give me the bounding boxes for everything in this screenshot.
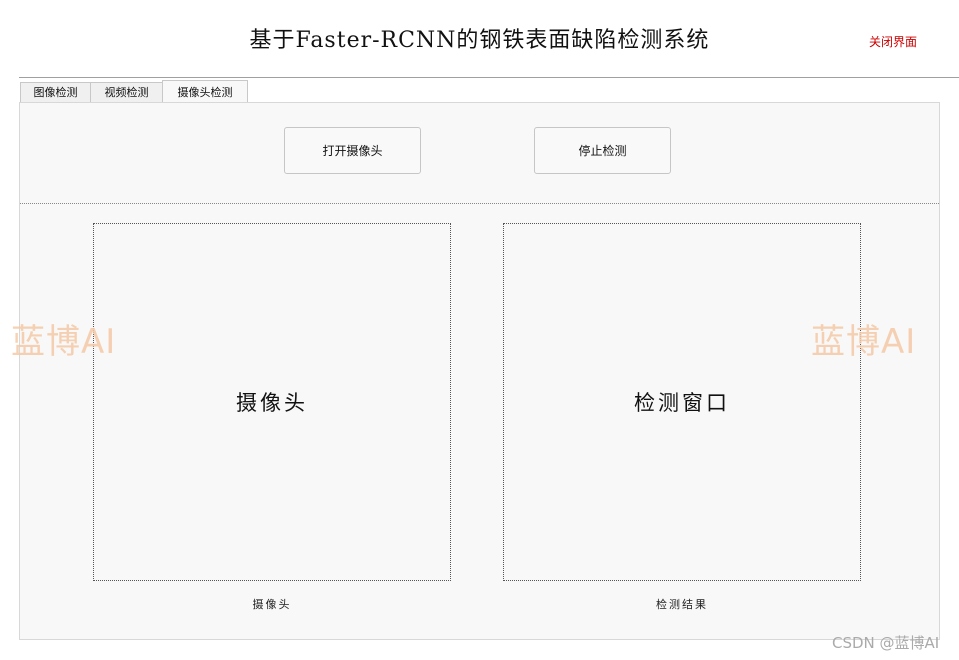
camera-view: 摄像头 [93,223,451,581]
toolbar-divider [20,203,939,204]
stop-detection-button[interactable]: 停止检测 [534,127,671,174]
detection-view: 检测窗口 [503,223,861,581]
open-camera-button[interactable]: 打开摄像头 [284,127,421,174]
footer-credit: CSDN @蓝博AI [832,634,940,652]
result-caption: 检测结果 [656,598,708,611]
camera-caption: 摄像头 [252,598,292,611]
window-title: 基于Faster-RCNN的钢铁表面缺陷检测系统 [249,28,710,53]
close-window-button[interactable]: 关闭界面 [869,33,917,50]
tab-video-detection[interactable]: 视频检测 [90,82,163,102]
header-divider [19,77,959,78]
camera-detection-panel: 打开摄像头 停止检测 摄像头 检测窗口 摄像头 检测结果 [19,102,940,640]
tab-image-detection[interactable]: 图像检测 [20,82,91,102]
detection-view-placeholder: 检测窗口 [634,391,730,415]
watermark-right: 蓝博AI [811,322,917,362]
camera-view-placeholder: 摄像头 [236,391,308,415]
watermark-left: 蓝博AI [11,322,117,362]
tab-camera-detection[interactable]: 摄像头检测 [162,80,248,102]
